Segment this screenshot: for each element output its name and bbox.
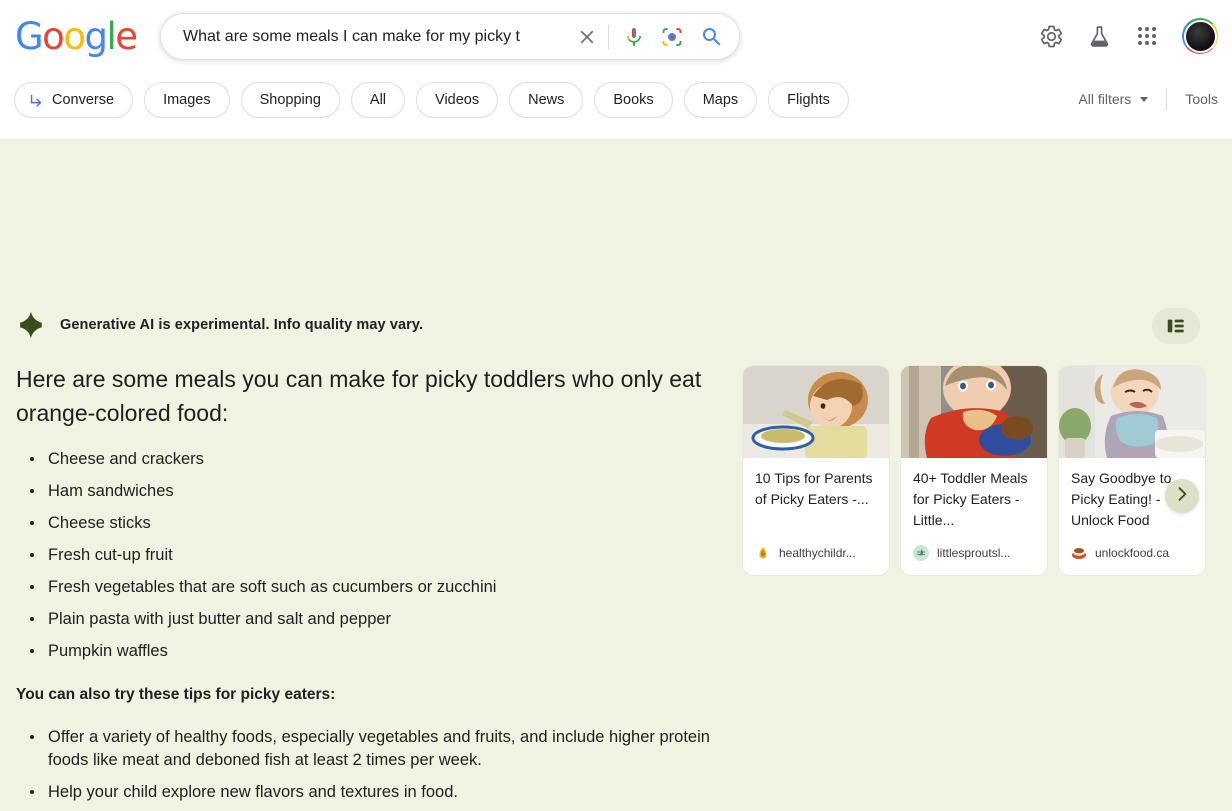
search-input[interactable]: What are some meals I can make for my pi… xyxy=(183,25,574,49)
tab-images[interactable]: Images xyxy=(144,82,230,118)
list-item: Pumpkin waffles xyxy=(16,640,716,663)
site-favicon-icon xyxy=(1071,545,1087,561)
tab-converse[interactable]: Converse xyxy=(14,82,133,118)
list-item: Fresh cut-up fruit xyxy=(16,544,716,567)
tab-shopping[interactable]: Shopping xyxy=(241,82,340,118)
site-favicon-icon xyxy=(755,545,771,561)
source-card[interactable]: 40+ Toddler Meals for Picky Eaters - Lit… xyxy=(901,366,1047,575)
list-item: Plain pasta with just butter and salt an… xyxy=(16,608,716,631)
tab-label: Shopping xyxy=(260,92,321,108)
tab-label: Maps xyxy=(703,92,738,108)
logo-letter: l xyxy=(106,15,115,58)
source-card-site: healthychildr... xyxy=(779,546,856,560)
tips-list: Offer a variety of healthy foods, especi… xyxy=(16,726,716,811)
list-item: Fresh vegetables that are soft such as c… xyxy=(16,576,716,599)
carousel-next-button[interactable] xyxy=(1165,479,1199,513)
search-header: Google What are some meals I can make fo… xyxy=(0,0,1232,140)
tab-news[interactable]: News xyxy=(509,82,583,118)
meals-list: Cheese and crackers Ham sandwiches Chees… xyxy=(16,448,716,663)
layout-view-icon[interactable] xyxy=(1152,308,1200,344)
search-tabs: Converse Images Shopping All Videos News… xyxy=(14,82,849,118)
source-card-image xyxy=(901,366,1047,458)
tab-flights[interactable]: Flights xyxy=(768,82,849,118)
google-logo[interactable]: Google xyxy=(15,18,137,56)
ai-disclaimer: Generative AI is experimental. Info qual… xyxy=(16,310,423,340)
search-bar[interactable]: What are some meals I can make for my pi… xyxy=(160,13,740,60)
google-lens-icon[interactable] xyxy=(659,24,685,50)
logo-letter: G xyxy=(15,15,42,58)
source-card-site: littlesproutsl... xyxy=(937,546,1010,560)
tab-label: Videos xyxy=(435,92,479,108)
source-card-image xyxy=(743,366,889,458)
tab-label: Converse xyxy=(52,92,114,108)
tab-label: News xyxy=(528,92,564,108)
search-icon[interactable] xyxy=(699,24,725,50)
header-actions xyxy=(1038,18,1218,54)
ai-disclaimer-text: Generative AI is experimental. Info qual… xyxy=(60,317,423,333)
filters-divider xyxy=(1166,88,1167,110)
logo-letter: o xyxy=(42,15,63,58)
list-item: Offer a variety of healthy foods, especi… xyxy=(16,726,716,772)
source-card-title: 40+ Toddler Meals for Picky Eaters - Lit… xyxy=(913,468,1035,531)
tab-label: Images xyxy=(163,92,211,108)
source-card-image xyxy=(1059,366,1205,458)
source-card-site: unlockfood.ca xyxy=(1095,546,1169,560)
tips-heading: You can also try these tips for picky ea… xyxy=(16,686,716,704)
subdirectory-arrow-right-icon xyxy=(28,92,45,109)
source-card-body: 40+ Toddler Meals for Picky Eaters - Lit… xyxy=(901,458,1047,531)
filters-bar: All filters Tools xyxy=(1078,88,1218,110)
list-item: Cheese and crackers xyxy=(16,448,716,471)
microphone-icon[interactable] xyxy=(621,24,647,50)
list-item: Ham sandwiches xyxy=(16,480,716,503)
settings-icon[interactable] xyxy=(1038,23,1064,49)
google-apps-icon[interactable] xyxy=(1134,23,1160,49)
search-divider xyxy=(608,25,609,49)
all-filters-label: All filters xyxy=(1078,91,1131,107)
source-card-origin: healthychildr... xyxy=(743,531,889,575)
source-cards-carousel: 10 Tips for Parents of Picky Eaters -...… xyxy=(743,366,1205,575)
source-card-body: 10 Tips for Parents of Picky Eaters -... xyxy=(743,458,889,531)
source-card-title: 10 Tips for Parents of Picky Eaters -... xyxy=(755,468,877,510)
list-item: Help your child explore new flavors and … xyxy=(16,781,716,804)
tab-maps[interactable]: Maps xyxy=(684,82,757,118)
close-icon[interactable] xyxy=(574,24,600,50)
avatar[interactable] xyxy=(1182,18,1218,54)
source-card-origin: unlockfood.ca xyxy=(1059,531,1205,575)
chevron-down-icon xyxy=(1140,97,1148,102)
tab-videos[interactable]: Videos xyxy=(416,82,498,118)
tools-button[interactable]: Tools xyxy=(1185,91,1218,107)
tab-label: All xyxy=(370,92,386,108)
ai-heading: Here are some meals you can make for pic… xyxy=(16,362,716,430)
labs-icon[interactable] xyxy=(1086,23,1112,49)
ai-overview-panel: Generative AI is experimental. Info qual… xyxy=(0,140,1232,811)
source-card-origin: littlesproutsl... xyxy=(901,531,1047,575)
source-card[interactable]: 10 Tips for Parents of Picky Eaters -...… xyxy=(743,366,889,575)
site-favicon-icon xyxy=(913,545,929,561)
source-card[interactable]: Say Goodbye to Picky Eating! - Unlock Fo… xyxy=(1059,366,1205,575)
logo-letter: e xyxy=(115,15,136,58)
tab-label: Books xyxy=(613,92,653,108)
tab-books[interactable]: Books xyxy=(594,82,672,118)
all-filters-button[interactable]: All filters xyxy=(1078,91,1148,107)
tab-all[interactable]: All xyxy=(351,82,405,118)
generative-ai-sparkle-icon xyxy=(16,310,46,340)
logo-letter: o xyxy=(63,15,84,58)
ai-overview-body: Here are some meals you can make for pic… xyxy=(16,362,716,811)
logo-letter: g xyxy=(84,15,106,58)
chevron-right-icon xyxy=(1172,484,1192,509)
list-item: Cheese sticks xyxy=(16,512,716,535)
tab-label: Flights xyxy=(787,92,830,108)
